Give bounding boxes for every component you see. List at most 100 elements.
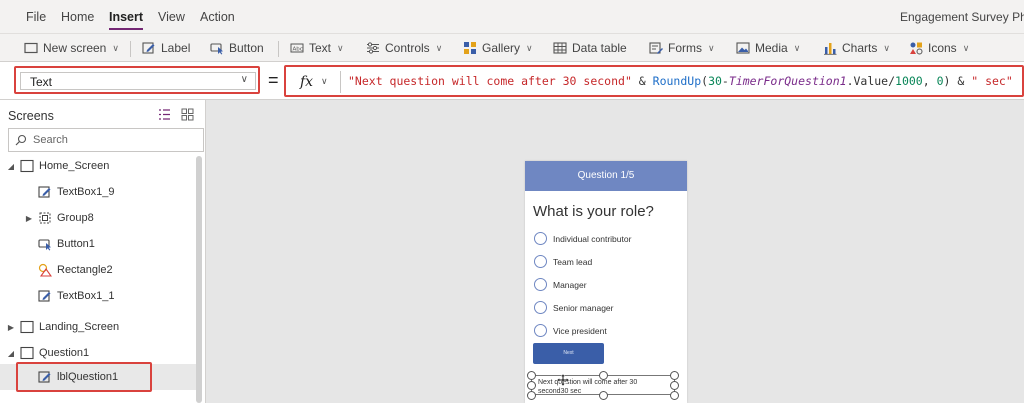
- tree-item-label: Group8: [57, 212, 94, 224]
- chevron-down-icon: ∨: [435, 42, 443, 53]
- radio-option-label: Vice president: [553, 325, 607, 336]
- text-menu-button[interactable]: Abc Text ∨: [290, 40, 344, 56]
- label-edit-icon: [142, 42, 155, 54]
- data-table-button[interactable]: Data table: [553, 40, 627, 56]
- resize-handle[interactable]: [527, 371, 536, 380]
- next-button[interactable]: Next: [533, 343, 604, 364]
- icons-menu-button[interactable]: Icons ∨: [909, 40, 969, 56]
- property-dropdown-box: [20, 72, 256, 90]
- screen-icon: [20, 346, 34, 360]
- label-edit-icon: [38, 290, 51, 302]
- menu-view[interactable]: View: [158, 10, 185, 24]
- panel-scrollbar[interactable]: [196, 156, 202, 403]
- grid-view-icon[interactable]: [181, 108, 194, 121]
- gallery-menu-label: Gallery: [482, 41, 521, 55]
- formula-token: &: [631, 74, 653, 88]
- property-dropdown[interactable]: Text ∨: [14, 66, 260, 94]
- search-icon: [15, 134, 27, 146]
- chevron-down-icon[interactable]: ∨: [321, 76, 328, 87]
- radio-option[interactable]: Individual contributor: [534, 232, 631, 245]
- caret-collapsed-icon[interactable]: ▶: [6, 323, 16, 332]
- fx-icon[interactable]: fx: [300, 74, 313, 90]
- media-menu-button[interactable]: Media ∨: [736, 40, 800, 56]
- phone-screen-preview[interactable]: Question 1/5 What is your role? Individu…: [525, 161, 687, 403]
- menu-insert[interactable]: Insert: [109, 10, 144, 30]
- menu-home[interactable]: Home: [61, 10, 94, 24]
- resize-handle[interactable]: [670, 381, 679, 390]
- formula-input[interactable]: fx ∨ "Next question will come after 30 s…: [284, 65, 1024, 97]
- new-screen-button[interactable]: New screen ∨: [24, 40, 119, 56]
- radio-circle-icon[interactable]: [534, 301, 547, 314]
- tree-item-label: Button1: [57, 238, 95, 250]
- menu-file[interactable]: File: [26, 10, 46, 24]
- radio-option[interactable]: Vice president: [534, 324, 607, 337]
- forms-menu-button[interactable]: Forms ∨: [649, 40, 715, 56]
- list-view-icon[interactable]: [158, 108, 171, 121]
- forms-icon: [649, 42, 663, 54]
- chevron-down-icon: ∨: [240, 74, 248, 85]
- tree-item-textbox1-1[interactable]: TextBox1_1: [0, 283, 196, 309]
- app-title: Engagement Survey Pho: [900, 10, 1024, 24]
- tree-item-home-screen[interactable]: ◢ Home_Screen: [0, 153, 196, 179]
- radio-option-label: Individual contributor: [553, 233, 632, 244]
- radio-option[interactable]: Team lead: [534, 255, 592, 268]
- shapes-icon: [38, 263, 52, 277]
- label-button[interactable]: Label: [142, 40, 190, 56]
- panel-title: Screens: [8, 109, 54, 123]
- controls-menu-button[interactable]: Controls ∨: [366, 40, 442, 56]
- tree-item-landing-screen[interactable]: ▶ Landing_Screen: [0, 314, 196, 340]
- formula-separator: [340, 71, 341, 93]
- radio-circle-icon[interactable]: [534, 278, 547, 291]
- caret-expanded-icon[interactable]: ◢: [6, 162, 16, 171]
- search-placeholder: Search: [33, 134, 68, 146]
- ribbon-separator: [130, 41, 131, 57]
- formula-token: ) &: [943, 74, 972, 88]
- button-button[interactable]: Button: [210, 40, 264, 56]
- resize-handle[interactable]: [599, 391, 608, 400]
- tree-item-group8[interactable]: ▶ Group8: [0, 205, 196, 231]
- gallery-icon: [464, 42, 476, 54]
- radio-circle-icon[interactable]: [534, 255, 547, 268]
- radio-option-label: Manager: [553, 279, 587, 290]
- chevron-down-icon: ∨: [708, 42, 715, 53]
- bar-chart-icon: [824, 43, 837, 55]
- formula-text[interactable]: "Next question will come after 30 second…: [348, 74, 1013, 88]
- charts-menu-label: Charts: [842, 41, 878, 55]
- panel-view-toggles: [158, 108, 194, 121]
- tree-item-button1[interactable]: Button1: [0, 231, 196, 257]
- data-table-label: Data table: [572, 41, 627, 55]
- tree-item-textbox1-9[interactable]: TextBox1_9: [0, 179, 196, 205]
- selected-item-highlight: [16, 362, 152, 392]
- screen-icon: [20, 159, 34, 173]
- radio-option-label: Senior manager: [553, 302, 614, 313]
- resize-handle[interactable]: [599, 371, 608, 380]
- caret-collapsed-icon[interactable]: ▶: [24, 214, 34, 223]
- new-screen-label: New screen: [43, 41, 107, 55]
- resize-handle[interactable]: [527, 391, 536, 400]
- menu-action[interactable]: Action: [200, 10, 235, 24]
- resize-handle[interactable]: [670, 391, 679, 400]
- caret-expanded-icon[interactable]: ◢: [6, 349, 16, 358]
- resize-handle[interactable]: [670, 371, 679, 380]
- formula-bar: Text ∨ = fx ∨ "Next question will come a…: [0, 62, 1024, 100]
- chevron-down-icon: ∨: [112, 42, 119, 53]
- formula-token: 1000: [895, 74, 923, 88]
- controls-icon: [367, 42, 379, 54]
- search-input[interactable]: Search: [8, 128, 204, 152]
- radio-circle-icon[interactable]: [534, 324, 547, 337]
- formula-token: ,: [922, 74, 937, 88]
- controls-menu-label: Controls: [385, 41, 430, 55]
- radio-option[interactable]: Manager: [534, 278, 587, 291]
- svg-text:Abc: Abc: [293, 47, 303, 53]
- tree-item-rectangle2[interactable]: Rectangle2: [0, 257, 196, 283]
- radio-circle-icon[interactable]: [534, 232, 547, 245]
- formula-token: -: [721, 74, 729, 88]
- chevron-down-icon: ∨: [962, 42, 970, 53]
- gallery-menu-button[interactable]: Gallery ∨: [463, 40, 533, 56]
- radio-option[interactable]: Senior manager: [534, 301, 613, 314]
- move-cursor-icon: [556, 373, 570, 387]
- tree-item-label: Landing_Screen: [39, 321, 120, 333]
- resize-handle[interactable]: [527, 381, 536, 390]
- charts-menu-button[interactable]: Charts ∨: [823, 40, 890, 56]
- chevron-down-icon: ∨: [337, 42, 344, 53]
